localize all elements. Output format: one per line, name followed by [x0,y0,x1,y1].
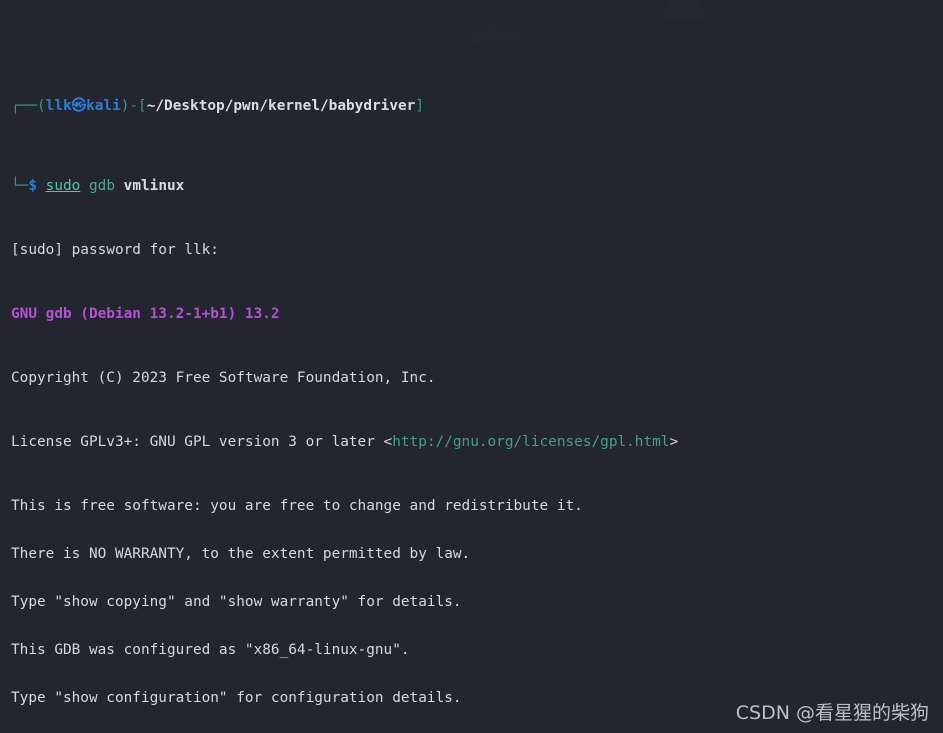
terminal-window[interactable]: ┌──(llk㉿kali)-[~/Desktop/pwn/kernel/baby… [0,0,943,733]
sudo-password-prompt: [sudo] password for llk: [11,242,219,258]
license-text-end: > [669,434,679,450]
prompt-paren: ( [37,98,46,114]
prompt-paren: )-[ [120,98,147,114]
prompt-corner-glyph: └─ [11,178,29,194]
kali-dragon-icon: ㉿ [71,98,87,114]
gdb-license-line: License GPLv3+: GNU GPL version 3 or lat… [11,434,943,450]
prompt-symbol: $ [28,178,37,194]
prompt-path: ~/Desktop/pwn/kernel/babydriver [146,98,416,114]
shell-prompt-line: ┌──(llk㉿kali)-[~/Desktop/pwn/kernel/baby… [11,98,943,114]
prompt-user: llk [45,98,72,114]
prompt-paren: ] [415,98,424,114]
prompt-corner-glyph: ┌── [11,98,37,114]
command-argument: vmlinux [123,178,185,194]
gdb-version-line: GNU gdb (Debian 13.2-1+b1) 13.2 [11,306,943,322]
license-text: License GPLv3+: GNU GPL version 3 or lat… [11,434,393,450]
gdb-copyright-line: Copyright (C) 2023 Free Software Foundat… [11,370,436,386]
command-sudo: sudo [45,178,81,194]
shell-command-line: └─$ sudo gdb vmlinux [11,178,943,194]
screenshot-root: sh mp usr .gdb_history .gdbinit boot.sh … [0,0,943,733]
gdb-version-text: GNU gdb (Debian 13.2-1+b1) 13.2 [11,306,280,322]
command-program: gdb [89,178,115,194]
gdb-free-software-line: This is free software: you are free to c… [11,498,583,514]
gdb-show-copying-line: Type "show copying" and "show warranty" … [11,594,462,610]
csdn-watermark: CSDN @看星猩的柴狗 [735,702,929,724]
license-url-link[interactable]: http://gnu.org/licenses/gpl.html [392,434,669,450]
prompt-host: kali [86,98,121,114]
gdb-configured-line: This GDB was configured as "x86_64-linux… [11,642,410,658]
gdb-no-warranty-line: There is NO WARRANTY, to the extent perm… [11,546,471,562]
